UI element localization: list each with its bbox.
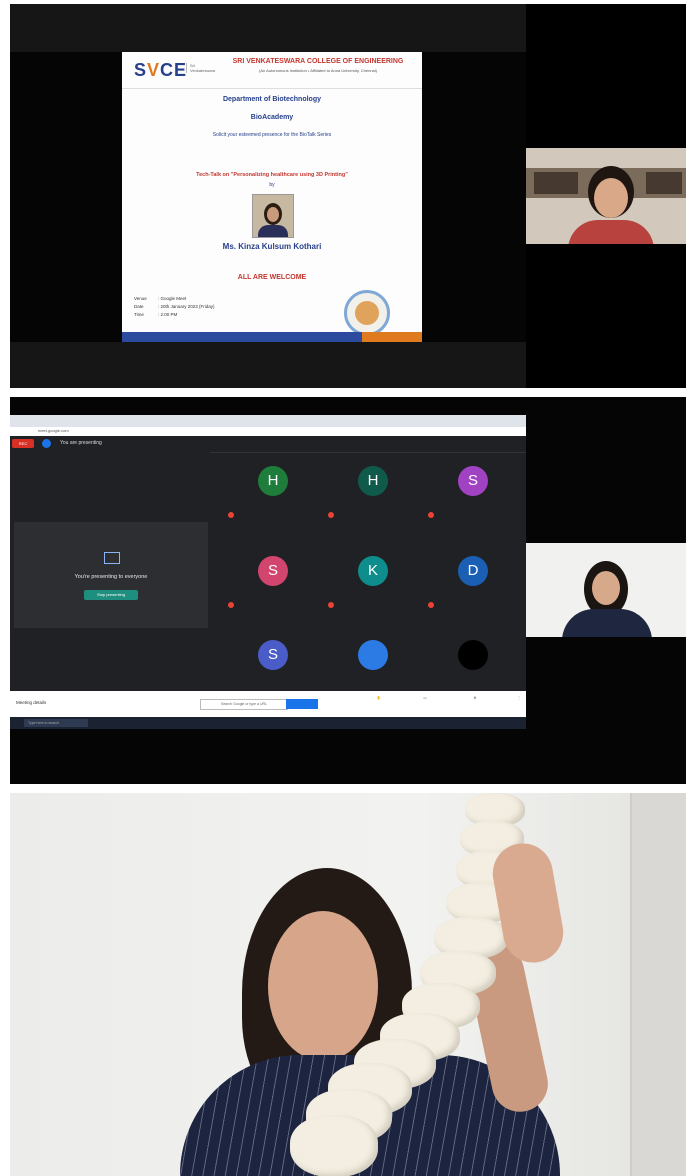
present-now-button[interactable]: ⬆ bbox=[462, 696, 488, 700]
participant-tile[interactable]: H bbox=[324, 458, 424, 528]
meet-window: REC You are presenting You're presenting… bbox=[10, 436, 526, 691]
participant-avatar: S bbox=[258, 556, 288, 586]
mic-off-icon bbox=[228, 512, 234, 518]
presenter-avatar bbox=[42, 439, 51, 448]
mic-off-icon bbox=[228, 602, 234, 608]
raise-hand-button[interactable]: ✋ bbox=[366, 696, 392, 700]
address-text[interactable]: meet.google.com bbox=[38, 428, 69, 433]
letterbox-top bbox=[10, 4, 526, 52]
presenting-notice: You're presenting to everyone Stop prese… bbox=[14, 522, 208, 628]
participant-avatar: S bbox=[258, 640, 288, 670]
bioacademy-title: BioAcademy bbox=[250, 114, 294, 121]
letterbox-bottom bbox=[10, 342, 526, 388]
stop-presenting-button[interactable]: Stop presenting bbox=[84, 590, 138, 600]
by-label: by bbox=[269, 182, 275, 188]
date-line: Date: 20th January 2023 (Friday) bbox=[134, 304, 215, 309]
mic-off-icon bbox=[328, 512, 334, 518]
speaker-name: Ms. Kinza Kulsum Kothari bbox=[222, 242, 322, 251]
participant-tile[interactable]: S bbox=[224, 548, 324, 618]
participant-name bbox=[328, 602, 337, 608]
speaker-face bbox=[268, 911, 378, 1061]
mic-off-icon bbox=[328, 602, 334, 608]
browser-address-bar[interactable]: meet.google.com bbox=[10, 427, 526, 436]
participant-avatar bbox=[458, 640, 488, 670]
poster-footer-stripe bbox=[122, 332, 422, 342]
speaker-video[interactable] bbox=[526, 543, 686, 637]
taskbar-search[interactable]: Type here to search bbox=[24, 719, 88, 727]
college-seal bbox=[344, 290, 390, 336]
time-line: Time: 2.00 PM bbox=[134, 312, 178, 317]
participant-tile[interactable]: H bbox=[224, 458, 324, 528]
video-frame-speaker bbox=[10, 793, 686, 1176]
video-frame-poster: SVCE Sri Venkateswara SRI VENKATESWARA C… bbox=[10, 4, 686, 388]
presenting-bar: REC You are presenting bbox=[10, 436, 526, 453]
background-door bbox=[630, 793, 686, 1176]
college-name: SRI VENKATESWARA COLLEGE OF ENGINEERING bbox=[232, 58, 404, 65]
browser-tab-bar[interactable] bbox=[10, 415, 526, 427]
turn-on-captions-button[interactable]: ▭ bbox=[412, 696, 438, 700]
meeting-control-bar: Meeting details Search Google or type a … bbox=[10, 691, 526, 717]
participant-avatar: S bbox=[458, 466, 488, 496]
participant-avatar: H bbox=[258, 466, 288, 496]
talk-title: Tech-Talk on "Personalizing healthcare u… bbox=[196, 172, 348, 178]
participant-tile[interactable]: D bbox=[424, 548, 524, 618]
search-field[interactable]: Search Google or type a URL bbox=[200, 699, 288, 710]
event-poster: SVCE Sri Venkateswara SRI VENKATESWARA C… bbox=[122, 52, 422, 342]
speaker-photo bbox=[252, 194, 294, 238]
poster-header: SVCE Sri Venkateswara SRI VENKATESWARA C… bbox=[122, 52, 422, 89]
windows-taskbar: Type here to search bbox=[10, 717, 526, 729]
presenting-message: You're presenting to everyone bbox=[74, 574, 148, 580]
video-frame-presenting: meet.google.com REC You are presenting Y… bbox=[10, 397, 686, 784]
department-title: Department of Biotechnology bbox=[222, 96, 321, 103]
participant-avatar: K bbox=[358, 556, 388, 586]
welcome-text: ALL ARE WELCOME bbox=[237, 274, 307, 281]
meeting-details-button[interactable]: Meeting details bbox=[16, 700, 46, 705]
invite-text: Solicit your esteemed presence for the B… bbox=[212, 132, 332, 138]
participant-name bbox=[228, 512, 237, 518]
present-screen-icon bbox=[104, 552, 120, 564]
participant-name bbox=[328, 512, 337, 518]
participant-avatar: H bbox=[358, 466, 388, 496]
rec-badge: REC bbox=[12, 439, 34, 448]
college-affiliation: (An Autonomous Institution • Affiliated … bbox=[259, 68, 377, 73]
mic-off-icon bbox=[428, 512, 434, 518]
presentation-pane: You're presenting to everyone Stop prese… bbox=[10, 452, 210, 691]
mic-off-icon bbox=[428, 602, 434, 608]
participant-video[interactable] bbox=[526, 148, 686, 244]
participant-tile[interactable]: S bbox=[424, 458, 524, 528]
participant-name bbox=[428, 602, 437, 608]
participant-tile[interactable]: K bbox=[324, 548, 424, 618]
participant-photo-avatar bbox=[358, 640, 388, 670]
participant-name bbox=[428, 512, 437, 518]
logo-tagline: Sri Venkateswara bbox=[186, 63, 215, 73]
participant-avatar: D bbox=[458, 556, 488, 586]
venue-line: Venue: Google Meet bbox=[134, 296, 187, 301]
more-options-icon[interactable]: ⋮ bbox=[506, 696, 532, 700]
presenting-label: You are presenting bbox=[60, 440, 102, 446]
participant-name bbox=[228, 602, 237, 608]
action-button[interactable] bbox=[286, 699, 318, 709]
college-logo: SVCE bbox=[134, 60, 188, 80]
